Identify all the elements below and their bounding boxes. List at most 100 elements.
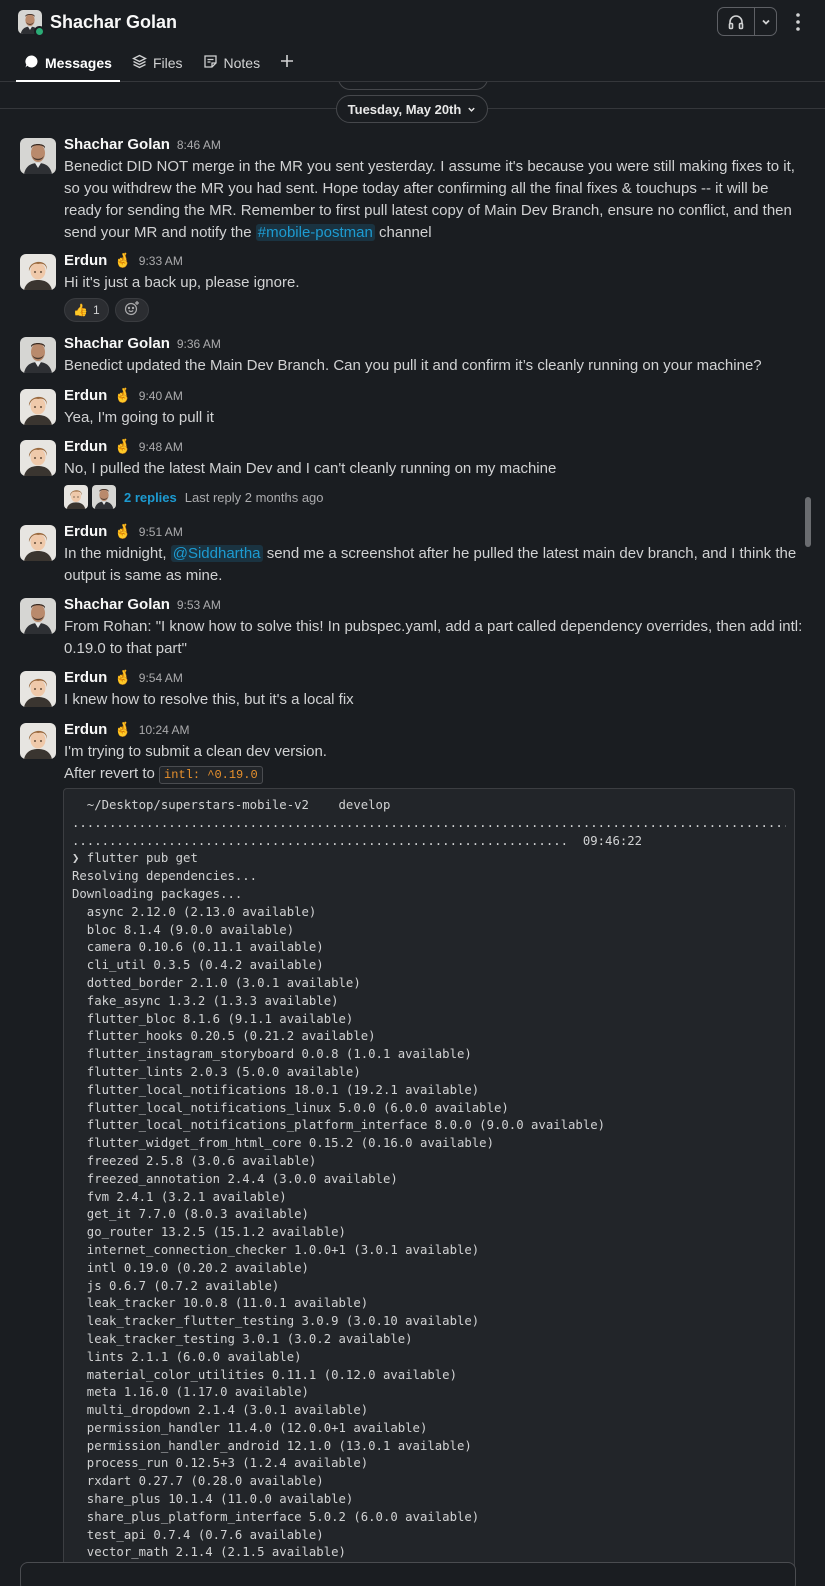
code-line: fvm 2.4.1 (3.2.1 available) (72, 1189, 287, 1204)
message-text: No, I pulled the latest Main Dev and I c… (64, 460, 557, 477)
sender-name[interactable]: Erdun (64, 669, 107, 686)
avatar[interactable] (20, 138, 56, 174)
avatar[interactable] (20, 598, 56, 634)
timestamp[interactable]: 9:54 AM (139, 671, 183, 685)
code-line: Resolving dependencies... (72, 869, 258, 884)
message[interactable]: Erdun 🤞 9:54 AM I knew how to resolve th… (20, 669, 810, 711)
message-bubble-icon (24, 54, 39, 72)
message[interactable]: Erdun 🤞 9:33 AM Hi it's just a back up, … (20, 252, 810, 322)
scrollbar-thumb[interactable] (805, 497, 811, 547)
tab-label: Files (152, 55, 183, 71)
message[interactable]: Shachar Golan 9:36 AM Benedict updated t… (20, 335, 810, 377)
avatar[interactable] (20, 723, 56, 759)
user-mention[interactable]: @Siddhartha (170, 545, 263, 562)
message-text: Benedict DID NOT merge in the MR you sen… (64, 158, 795, 241)
reaction-pill[interactable]: 👍 1 (64, 298, 109, 322)
code-line: permission_handler_android 12.1.0 (13.0.… (72, 1438, 472, 1453)
timestamp[interactable]: 9:40 AM (139, 389, 183, 403)
status-emoji[interactable]: 🤞 (114, 252, 131, 269)
status-emoji[interactable]: 🤞 (114, 523, 131, 540)
code-line: freezed_annotation 2.4.4 (3.0.0 availabl… (72, 1171, 398, 1186)
message-text: After revert to intl: ^0.19.0 (64, 763, 810, 786)
timestamp[interactable]: 9:33 AM (139, 254, 183, 268)
code-line: flutter_lints 2.0.3 (5.0.0 available) (72, 1064, 361, 1079)
layers-icon (131, 54, 147, 72)
message[interactable]: Shachar Golan 9:53 AM From Rohan: "I kno… (20, 596, 810, 660)
avatar[interactable] (20, 337, 56, 373)
code-line: camera 0.10.6 (0.11.1 available) (72, 940, 324, 955)
sender-name[interactable]: Shachar Golan (64, 335, 170, 352)
status-emoji[interactable]: 🤞 (114, 669, 131, 686)
code-line: vector_math 2.1.4 (2.1.5 available) (72, 1545, 346, 1560)
timestamp[interactable]: 8:46 AM (177, 138, 221, 152)
add-reaction-button[interactable] (114, 298, 149, 322)
code-line: material_color_utilities 0.11.1 (0.12.0 … (72, 1367, 457, 1382)
huddle-button-group (717, 7, 777, 36)
add-tab-button[interactable] (272, 46, 302, 80)
code-line: cli_util 0.3.5 (0.4.2 available) (72, 958, 324, 973)
timestamp[interactable]: 10:24 AM (139, 723, 190, 737)
chevron-down-icon[interactable] (755, 16, 776, 28)
plus-icon (280, 54, 294, 73)
headphones-icon[interactable] (718, 8, 755, 35)
dm-title[interactable]: Shachar Golan (18, 8, 177, 37)
code-line: bloc 8.1.4 (9.0.0 available) (72, 922, 295, 937)
code-line: flutter_instagram_storyboard 0.0.8 (1.0.… (72, 1047, 472, 1062)
add-emoji-icon (124, 300, 140, 321)
channel-tabs: Messages Files Notes (16, 46, 302, 82)
message-text: Hi it's just a back up, please ignore. (64, 274, 300, 291)
sender-name[interactable]: Erdun (64, 387, 107, 404)
code-line: dotted_border 2.1.0 (3.0.1 available) (72, 975, 361, 990)
date-label: Tuesday, May 20th (347, 101, 462, 117)
code-line: flutter_hooks 0.20.5 (0.21.2 available) (72, 1029, 376, 1044)
avatar[interactable] (20, 254, 56, 290)
presence-active-icon (34, 26, 45, 37)
timestamp[interactable]: 9:48 AM (139, 440, 183, 454)
avatar[interactable] (20, 440, 56, 476)
date-divider-button[interactable]: Tuesday, May 20th (336, 95, 488, 123)
replies-link[interactable]: 2 replies (124, 490, 177, 505)
message[interactable]: Erdun 🤞 10:24 AM I'm trying to submit a … (20, 721, 810, 786)
inline-code: intl: ^0.19.0 (159, 766, 263, 784)
message-text: In the midnight, @Siddhartha send me a s… (64, 545, 797, 584)
code-line: share_plus_platform_interface 5.0.2 (6.0… (72, 1509, 480, 1524)
message[interactable]: Erdun 🤞 9:51 AM In the midnight, @Siddha… (20, 523, 810, 587)
page-title[interactable]: Shachar Golan (50, 12, 177, 33)
sender-name[interactable]: Shachar Golan (64, 596, 170, 613)
sender-name[interactable]: Erdun (64, 721, 107, 738)
sender-name[interactable]: Shachar Golan (64, 136, 170, 153)
sender-name[interactable]: Erdun (64, 523, 107, 540)
code-line: fake_async 1.3.2 (1.3.3 available) (72, 993, 339, 1008)
avatar[interactable] (20, 389, 56, 425)
timestamp[interactable]: 9:36 AM (177, 337, 221, 351)
tab-files[interactable]: Files (124, 46, 191, 80)
message[interactable]: Erdun 🤞 9:40 AM Yea, I'm going to pull i… (20, 387, 810, 429)
avatar[interactable] (18, 10, 45, 37)
code-line: flutter_widget_from_html_core 0.15.2 (0.… (72, 1136, 494, 1151)
channel-link[interactable]: #mobile-postman (255, 224, 375, 241)
tab-messages[interactable]: Messages (16, 46, 120, 82)
code-line: flutter_local_notifications_linux 5.0.0 … (72, 1100, 509, 1115)
avatar[interactable] (20, 671, 56, 707)
more-options-icon[interactable] (788, 9, 808, 35)
timestamp[interactable]: 9:53 AM (177, 598, 221, 612)
message[interactable]: Shachar Golan 8:46 AM Benedict DID NOT m… (20, 136, 810, 244)
thread-summary[interactable]: 2 replies Last reply 2 months ago (64, 484, 810, 510)
status-emoji[interactable]: 🤞 (114, 721, 131, 738)
message-text: Yea, I'm going to pull it (64, 409, 214, 426)
message[interactable]: Erdun 🤞 9:48 AM No, I pulled the latest … (20, 438, 810, 510)
timestamp[interactable]: 9:51 AM (139, 525, 183, 539)
avatar[interactable] (20, 525, 56, 561)
code-block[interactable]: ~/Desktop/superstars-mobile-v2 develop..… (63, 788, 795, 1586)
message-composer[interactable] (20, 1562, 796, 1586)
status-emoji[interactable]: 🤞 (114, 387, 131, 404)
status-emoji[interactable]: 🤞 (114, 438, 131, 455)
tab-notes[interactable]: Notes (195, 46, 269, 80)
sender-name[interactable]: Erdun (64, 438, 107, 455)
code-line: Downloading packages... (72, 886, 243, 901)
code-line: meta 1.16.0 (1.17.0 available) (72, 1385, 309, 1400)
last-reply-text: Last reply 2 months ago (184, 489, 324, 505)
code-line: flutter_local_notifications 18.0.1 (19.2… (72, 1082, 480, 1097)
sender-name[interactable]: Erdun (64, 252, 107, 269)
code-line: ........................................… (72, 815, 786, 830)
